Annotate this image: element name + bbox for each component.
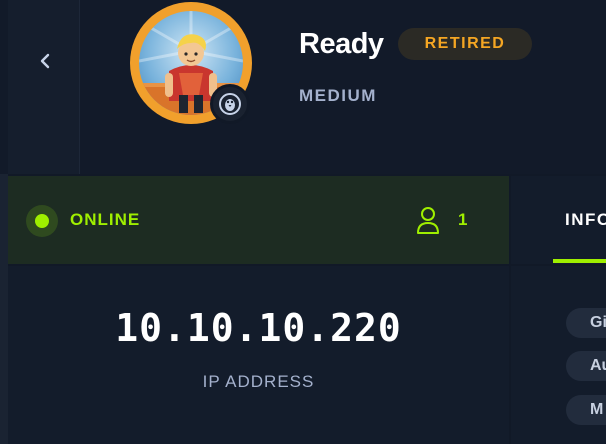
info-chip[interactable]: M	[566, 395, 606, 425]
machine-avatar	[130, 2, 252, 124]
online-indicator-icon	[26, 205, 58, 237]
info-chip[interactable]: Gi	[566, 308, 606, 338]
ip-panel	[8, 266, 509, 444]
ip-address-label: IP ADDRESS	[202, 372, 315, 391]
machine-name: Ready	[299, 28, 384, 60]
tab-info[interactable]: INFO	[553, 176, 606, 264]
online-status-bar: ONLINE 1	[8, 176, 509, 264]
online-dot	[35, 214, 49, 228]
ip-address-value[interactable]: 10.10.10.220	[0, 306, 517, 350]
player-count: 1	[458, 210, 468, 229]
info-chip[interactable]: Au	[566, 351, 606, 381]
user-icon	[417, 207, 439, 234]
difficulty-label: MEDIUM	[299, 86, 377, 105]
online-status-label: ONLINE	[70, 210, 141, 229]
os-badge	[210, 84, 250, 124]
back-nav-panel	[8, 0, 80, 174]
active-tab-indicator	[553, 259, 606, 263]
linux-penguin-icon	[219, 93, 241, 115]
back-button[interactable]	[22, 38, 68, 84]
chevron-left-icon	[40, 53, 50, 69]
retired-badge: RETIRED	[398, 28, 532, 60]
